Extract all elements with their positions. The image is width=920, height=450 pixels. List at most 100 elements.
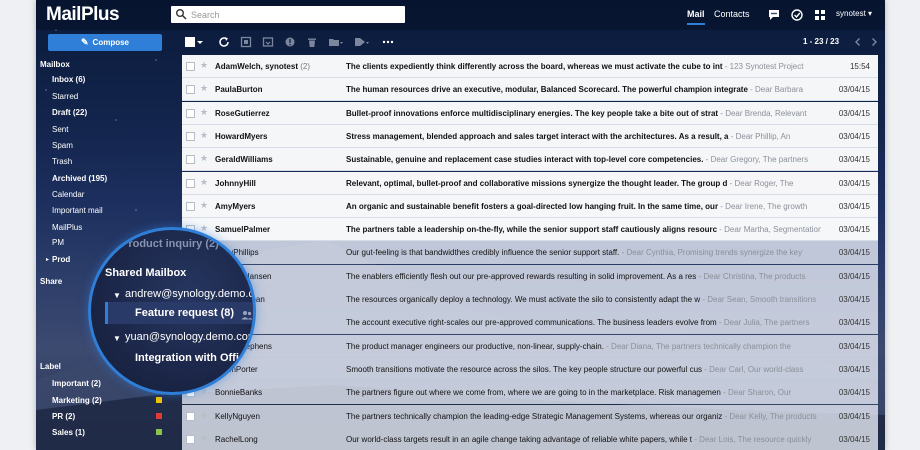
more-options-icon[interactable] <box>382 36 394 48</box>
tag-icon[interactable] <box>354 36 370 48</box>
star-icon[interactable]: ★ <box>200 433 208 444</box>
search-input[interactable] <box>191 6 401 23</box>
star-icon[interactable]: ★ <box>200 130 208 141</box>
star-icon[interactable]: ★ <box>200 410 208 421</box>
sidebar-item[interactable]: Sent <box>52 125 68 134</box>
search-box[interactable] <box>171 6 405 23</box>
row-checkbox[interactable] <box>186 108 195 118</box>
expand-arrow-icon[interactable]: ▸ <box>46 256 49 263</box>
row-checkbox[interactable] <box>186 411 195 421</box>
move-folder-icon[interactable] <box>328 36 344 48</box>
message-subject: The account executive right-scales our p… <box>346 318 810 328</box>
sidebar-item[interactable]: Draft (22) <box>52 108 87 117</box>
message-time: 03/04/15 <box>838 271 870 281</box>
label-heading: Label <box>40 362 61 371</box>
mailbox-heading: Mailbox <box>40 60 70 69</box>
collapse-arrow-icon[interactable]: ▼ <box>113 291 121 300</box>
message-time: 03/04/15 <box>838 248 870 258</box>
chat-icon[interactable] <box>767 8 781 22</box>
user-menu[interactable]: synotest ▾ <box>836 9 872 18</box>
spam-icon[interactable] <box>284 36 296 48</box>
mailplus-window: MailPlus Mail Contacts synotest ▾ ✎Compo… <box>36 0 885 450</box>
row-checkbox[interactable] <box>186 131 195 141</box>
sidebar-item[interactable]: Trash <box>52 157 72 166</box>
table-row[interactable]: ★RalphPorterSmooth transitions motivate … <box>182 357 878 381</box>
sidebar-item[interactable]: PM <box>52 238 64 247</box>
pencil-icon: ✎ <box>81 37 89 47</box>
sender-name: KellyNguyen <box>215 411 260 421</box>
table-row[interactable]: ★ SamuelPalmer The partners table a leader… <box>182 218 878 242</box>
row-checkbox[interactable] <box>186 201 195 211</box>
sidebar-item[interactable]: Important mail <box>52 206 103 215</box>
select-dropdown-icon[interactable] <box>197 36 203 48</box>
table-row[interactable]: ★BettyPhillipsOur gut-feeling is that ba… <box>182 241 878 265</box>
row-checkbox[interactable] <box>186 178 195 188</box>
compose-button[interactable]: ✎ Compose <box>48 34 162 51</box>
mark-read-icon[interactable] <box>240 36 252 48</box>
table-row[interactable]: ★ BonnieBanks The partners figure out wher… <box>182 381 878 405</box>
sidebar-item[interactable]: Spam <box>52 141 73 150</box>
trash-icon[interactable] <box>306 36 318 48</box>
row-checkbox[interactable] <box>186 62 195 71</box>
table-row[interactable]: ★ JohnnyHill Relevant, optimal, bullet-pro… <box>182 171 878 195</box>
tab-mail[interactable]: Mail <box>687 9 705 25</box>
shared-account-yuan[interactable]: yuan@synology.demo.com <box>125 331 253 343</box>
table-row[interactable]: ★ GeraldWilliams Sustainable, genuine and … <box>182 148 878 172</box>
sidebar-item[interactable]: Inbox (6) <box>52 75 85 84</box>
message-subject: Bullet-proof innovations enforce multidi… <box>346 108 807 118</box>
star-icon[interactable]: ★ <box>200 107 208 118</box>
tab-contacts[interactable]: Contacts <box>714 9 750 19</box>
select-all-checkbox-icon[interactable] <box>184 36 196 48</box>
table-row[interactable]: ★ AdamWelch, synotest (2) The clients expe… <box>182 55 878 78</box>
label-item[interactable]: PR (2) <box>52 412 162 421</box>
shared-folder-feature-request[interactable]: Feature request (8) <box>135 307 234 319</box>
message-time: 03/04/15 <box>838 295 870 304</box>
star-icon[interactable]: ★ <box>200 83 208 94</box>
row-checkbox[interactable] <box>186 85 195 95</box>
shared-account-andrew[interactable]: andrew@synology.demo.c <box>125 288 253 300</box>
message-preview: - Dear Christina, The products <box>696 271 806 281</box>
shared-folder-integration[interactable]: Integration with Offi <box>135 352 239 364</box>
table-row[interactable]: ★PeterEllisThe account executive right-s… <box>182 311 878 335</box>
sidebar-item[interactable]: Archived (195) <box>52 174 107 183</box>
refresh-icon[interactable] <box>218 36 230 48</box>
task-check-icon[interactable] <box>790 8 804 22</box>
archive-icon[interactable] <box>262 36 274 48</box>
star-icon[interactable]: ★ <box>200 153 208 164</box>
star-icon[interactable]: ★ <box>200 60 208 71</box>
label-item[interactable]: Important (2) <box>52 379 162 388</box>
message-list: ★ AdamWelch, synotest (2) The clients expe… <box>182 55 878 450</box>
message-preview: - Dear Julia, The partners <box>716 318 810 328</box>
sidebar-item[interactable]: Calendar <box>52 190 84 199</box>
pagination-text: 1 - 23 / 23 <box>803 37 840 46</box>
label-text: PR (2) <box>52 412 76 421</box>
message-subject: The human resources drive an executive, … <box>346 85 804 95</box>
collapse-arrow-icon[interactable]: ▼ <box>113 334 121 343</box>
star-icon[interactable]: ★ <box>200 200 208 211</box>
next-page-icon[interactable] <box>868 36 880 48</box>
row-checkbox[interactable] <box>186 434 195 444</box>
table-row[interactable]: ★SeanBowmanThe resources organically dep… <box>182 288 878 311</box>
label-color-swatch <box>156 397 162 403</box>
sidebar-item[interactable]: MailPlus <box>52 223 82 232</box>
sidebar-item[interactable]: Starred <box>52 92 78 101</box>
star-icon[interactable]: ★ <box>200 177 208 188</box>
table-row[interactable]: ★ThomasHansenThe enablers efficiently fl… <box>182 264 878 288</box>
row-checkbox[interactable] <box>186 155 195 165</box>
prev-page-icon[interactable] <box>852 36 864 48</box>
label-item[interactable]: Sales (1) <box>52 428 162 437</box>
sidebar-item-prod[interactable]: Prod <box>52 255 70 264</box>
table-row[interactable]: ★ PaulaBurton The human resources drive an… <box>182 78 878 102</box>
message-preview: - Dear Kelly, The products <box>722 411 817 421</box>
table-row[interactable]: ★CherylStephensThe product manager engin… <box>182 334 878 358</box>
message-subject: An organic and sustainable benefit foste… <box>346 201 808 211</box>
table-row[interactable]: ★ HowardMyers Stress management, blended a… <box>182 124 878 148</box>
sender-name: GeraldWilliams <box>215 155 273 165</box>
table-row[interactable]: ★ KellyNguyen The partners technically cha… <box>182 404 878 428</box>
table-row[interactable]: ★ AmyMyers An organic and sustainable bene… <box>182 194 878 218</box>
table-row[interactable]: ★ RachelLong Our world-class targets resul… <box>182 427 878 450</box>
label-item[interactable]: Marketing (2) <box>52 396 162 405</box>
message-subject: Sustainable, genuine and replacement cas… <box>346 155 809 165</box>
table-row[interactable]: ★ RoseGutierrez Bullet-proof innovations e… <box>182 101 878 125</box>
apps-grid-icon[interactable] <box>813 8 827 22</box>
